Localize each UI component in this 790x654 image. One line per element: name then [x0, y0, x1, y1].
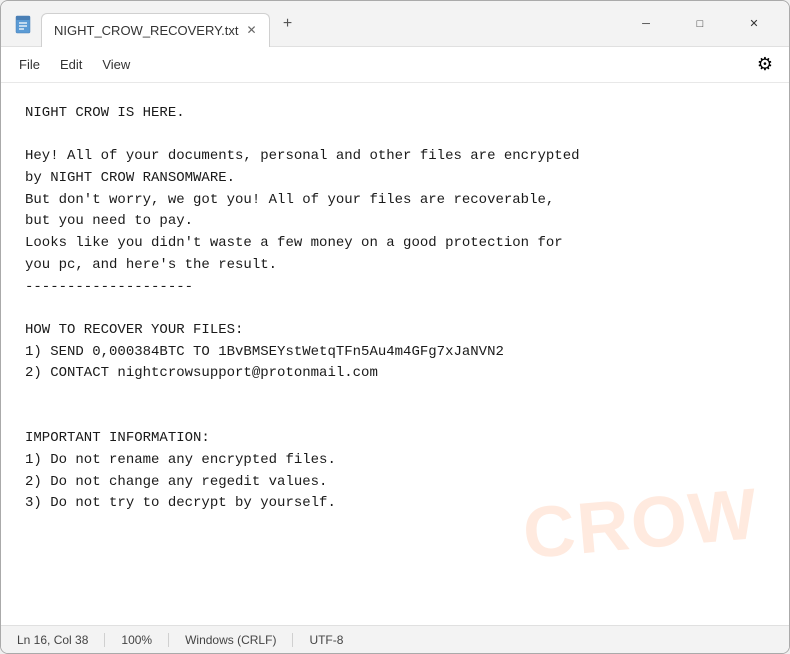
- maximize-button[interactable]: □: [677, 8, 723, 40]
- menu-bar: File Edit View ⚙: [1, 47, 789, 83]
- zoom-level: 100%: [105, 633, 169, 647]
- encoding: UTF-8: [293, 633, 359, 647]
- edit-menu[interactable]: Edit: [50, 53, 92, 76]
- tab-close-button[interactable]: ✕: [246, 23, 256, 37]
- file-menu[interactable]: File: [9, 53, 50, 76]
- editor-content: NIGHT CROW IS HERE. Hey! All of your doc…: [25, 103, 765, 515]
- view-menu[interactable]: View: [92, 53, 140, 76]
- line-ending: Windows (CRLF): [169, 633, 293, 647]
- tab-title: NIGHT_CROW_RECOVERY.txt: [54, 23, 238, 38]
- app-icon: [13, 14, 33, 34]
- title-bar-left: NIGHT_CROW_RECOVERY.txt ✕ +: [13, 7, 623, 41]
- editor-area[interactable]: NIGHT CROW IS HERE. Hey! All of your doc…: [1, 83, 789, 625]
- new-tab-button[interactable]: +: [274, 10, 302, 38]
- settings-button[interactable]: ⚙: [749, 49, 781, 81]
- cursor-position: Ln 16, Col 38: [17, 633, 105, 647]
- title-bar: NIGHT_CROW_RECOVERY.txt ✕ + ─ □ ✕: [1, 1, 789, 47]
- main-window: NIGHT_CROW_RECOVERY.txt ✕ + ─ □ ✕ File E…: [0, 0, 790, 654]
- minimize-button[interactable]: ─: [623, 8, 669, 40]
- close-button[interactable]: ✕: [731, 8, 777, 40]
- window-controls: ─ □ ✕: [623, 8, 777, 40]
- status-bar: Ln 16, Col 38 100% Windows (CRLF) UTF-8: [1, 625, 789, 653]
- active-tab[interactable]: NIGHT_CROW_RECOVERY.txt ✕: [41, 13, 270, 47]
